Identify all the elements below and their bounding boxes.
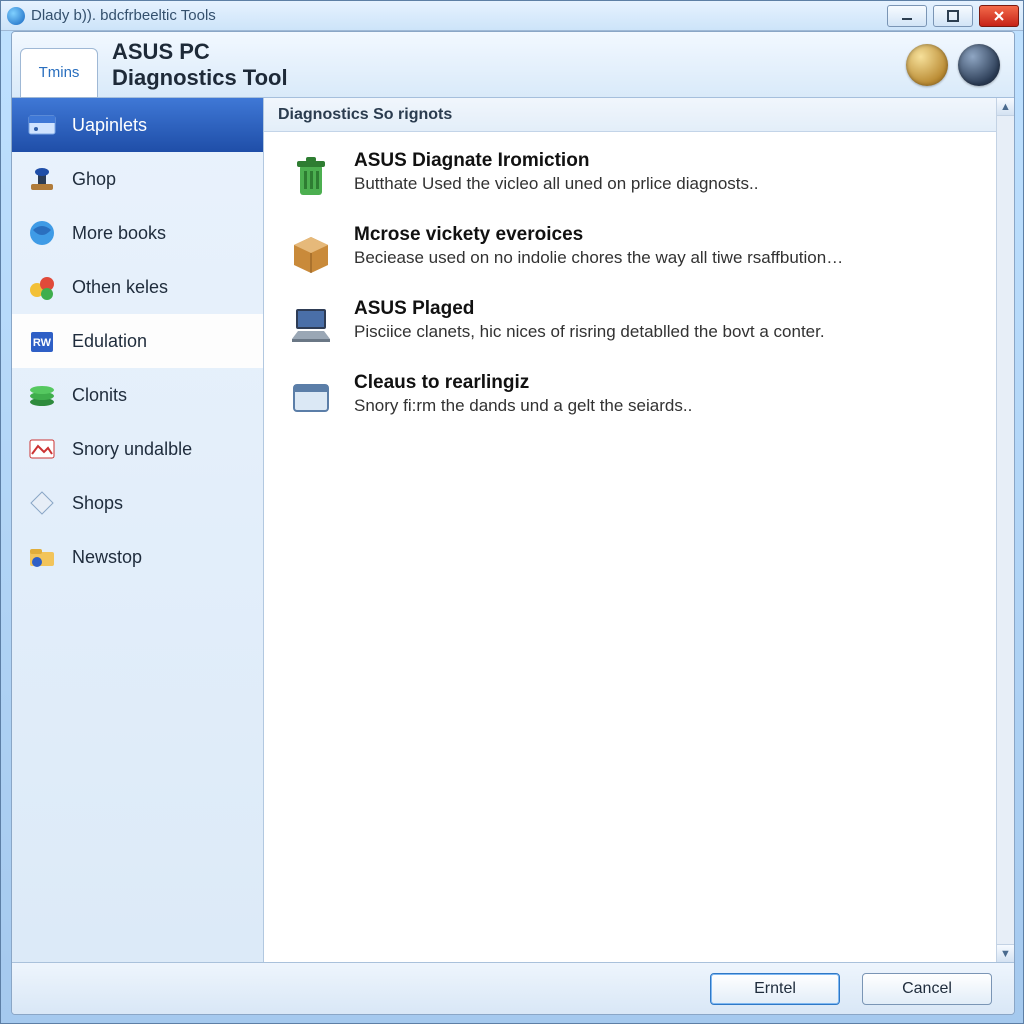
- minimize-icon: [900, 9, 914, 23]
- sidebar-item-label: Shops: [72, 493, 123, 514]
- laptop-icon: [282, 298, 340, 350]
- diagnostics-item-title: Cleaus to rearlingiz: [354, 372, 692, 394]
- diagnostics-item-desc: Snory fi:rm the dands und a gelt the sei…: [354, 396, 692, 416]
- blue-cube-icon: RW: [24, 323, 60, 359]
- diagnostics-list: ASUS Diagnate Iromiction Butthate Used t…: [264, 132, 1014, 444]
- svg-text:RW: RW: [33, 337, 52, 349]
- sidebar-item-clonits[interactable]: Clonits: [12, 368, 263, 422]
- scroll-down-arrow-icon[interactable]: ▼: [997, 944, 1014, 962]
- header: Tmins ASUS PC Diagnostics Tool: [12, 32, 1014, 98]
- content-heading: Diagnostics So rignots: [264, 98, 1014, 132]
- header-title-line1: ASUS PC: [112, 39, 906, 64]
- inner-frame: Tmins ASUS PC Diagnostics Tool Uapinlets: [11, 31, 1015, 1015]
- close-button[interactable]: [979, 5, 1019, 27]
- window-title: Dlady b)). bdcfrbeeltic Tools: [31, 7, 887, 24]
- diagnostics-item[interactable]: ASUS Plaged Pisciice clanets, hic nices …: [272, 288, 1006, 362]
- sidebar-item-label: Clonits: [72, 385, 127, 406]
- diagnostics-item-text: Cleaus to rearlingiz Snory fi:rm the dan…: [354, 372, 692, 416]
- diagnostics-item-title: ASUS Plaged: [354, 298, 825, 320]
- footer: Erntel Cancel: [12, 962, 1014, 1014]
- header-title-block: ASUS PC Diagnostics Tool: [112, 39, 906, 90]
- primary-button[interactable]: Erntel: [710, 973, 840, 1005]
- header-icon-group: [906, 44, 1000, 86]
- app-window: Dlady b)). bdcfrbeeltic Tools Tmins ASUS…: [0, 0, 1024, 1024]
- sidebar-item-snory-undalble[interactable]: Snory undalble: [12, 422, 263, 476]
- window-controls: [887, 5, 1019, 27]
- app-icon: [7, 7, 25, 25]
- folder-gear-icon: [24, 539, 60, 575]
- sidebar-item-label: Ghop: [72, 169, 116, 190]
- close-icon: [992, 9, 1006, 23]
- diagnostics-item-text: ASUS Diagnate Iromiction Butthate Used t…: [354, 150, 758, 194]
- sidebar-item-label: More books: [72, 223, 166, 244]
- hdd-icon: [24, 107, 60, 143]
- sidebar-item-label: Uapinlets: [72, 115, 147, 136]
- photo-icon: [24, 431, 60, 467]
- globe-icon: [24, 215, 60, 251]
- stamp-icon: [24, 161, 60, 197]
- sidebar-item-more-books[interactable]: More books: [12, 206, 263, 260]
- window-icon: [282, 372, 340, 424]
- shapes-icon: [24, 269, 60, 305]
- sidebar-item-newstop[interactable]: Newstop: [12, 530, 263, 584]
- diagnostics-item-desc: Beciease used on no indolie chores the w…: [354, 248, 843, 268]
- body: Uapinlets Ghop More books: [12, 98, 1014, 962]
- globe-badge-icon[interactable]: [906, 44, 948, 86]
- sidebar: Uapinlets Ghop More books: [12, 98, 264, 962]
- maximize-icon: [946, 9, 960, 23]
- minimize-button[interactable]: [887, 5, 927, 27]
- cancel-button[interactable]: Cancel: [862, 973, 992, 1005]
- sidebar-item-label: Newstop: [72, 547, 142, 568]
- sidebar-item-label: Snory undalble: [72, 439, 192, 460]
- sidebar-item-uapinlets[interactable]: Uapinlets: [12, 98, 263, 152]
- sidebar-item-label: Edulation: [72, 331, 147, 352]
- diagnostics-item-title: Mcrose vickety everoices: [354, 224, 843, 246]
- diamond-icon: [24, 485, 60, 521]
- recycle-bin-icon: [282, 150, 340, 202]
- sidebar-item-shops[interactable]: Shops: [12, 476, 263, 530]
- diagnostics-item-text: ASUS Plaged Pisciice clanets, hic nices …: [354, 298, 825, 342]
- diagnostics-item-desc: Pisciice clanets, hic nices of risring d…: [354, 322, 825, 342]
- box-icon: [282, 224, 340, 276]
- headset-badge-icon[interactable]: [958, 44, 1000, 86]
- header-title-line2: Diagnostics Tool: [112, 65, 906, 90]
- diagnostics-item[interactable]: ASUS Diagnate Iromiction Butthate Used t…: [272, 140, 1006, 214]
- sidebar-item-edulation[interactable]: RW Edulation: [12, 314, 263, 368]
- sidebar-item-label: Othen keles: [72, 277, 168, 298]
- diagnostics-item[interactable]: Mcrose vickety everoices Beciease used o…: [272, 214, 1006, 288]
- sidebar-item-ghop[interactable]: Ghop: [12, 152, 263, 206]
- scroll-up-arrow-icon[interactable]: ▲: [997, 98, 1014, 116]
- sidebar-item-othen-keles[interactable]: Othen keles: [12, 260, 263, 314]
- diagnostics-item-text: Mcrose vickety everoices Beciease used o…: [354, 224, 843, 268]
- diagnostics-item-desc: Butthate Used the vicleo all uned on prl…: [354, 174, 758, 194]
- vertical-scrollbar[interactable]: ▲ ▼: [996, 98, 1014, 962]
- header-tab[interactable]: Tmins: [20, 48, 98, 98]
- diagnostics-item-title: ASUS Diagnate Iromiction: [354, 150, 758, 172]
- green-stack-icon: [24, 377, 60, 413]
- content: Diagnostics So rignots ASUS Diagnate Iro…: [264, 98, 1014, 962]
- titlebar: Dlady b)). bdcfrbeeltic Tools: [1, 1, 1023, 31]
- maximize-button[interactable]: [933, 5, 973, 27]
- diagnostics-item[interactable]: Cleaus to rearlingiz Snory fi:rm the dan…: [272, 362, 1006, 436]
